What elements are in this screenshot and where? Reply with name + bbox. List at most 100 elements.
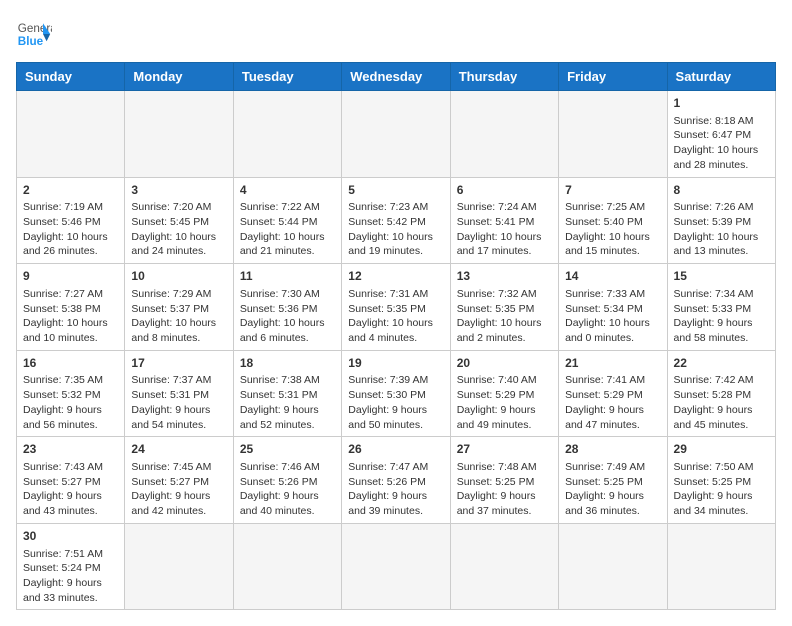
calendar-cell: 6Sunrise: 7:24 AM Sunset: 5:41 PM Daylig… [450,177,558,264]
day-number: 2 [23,182,118,199]
day-number: 3 [131,182,226,199]
calendar-cell: 29 Sunrise: 7:50 AM Sunset: 5:25 PM Dayli… [667,437,775,524]
calendar-cell: 30 Sunrise: 7:51 AM Sunset: 5:24 PM Dayli… [17,523,125,610]
day-info: Sunrise: 7:30 AM Sunset: 5:36 PM Dayligh… [240,287,335,346]
calendar-cell [233,523,341,610]
day-number: 5 [348,182,443,199]
calendar-cell: 14Sunrise: 7:33 AM Sunset: 5:34 PM Dayli… [559,264,667,351]
day-number: 15 [674,268,769,285]
calendar-cell [667,523,775,610]
day-number: 18 [240,355,335,372]
day-number: 16 [23,355,118,372]
calendar-header-row: SundayMondayTuesdayWednesdayThursdayFrid… [17,63,776,91]
day-number: 28 [565,441,660,458]
calendar-cell [125,523,233,610]
calendar-cell: 20Sunrise: 7:40 AM Sunset: 5:29 PM Dayli… [450,350,558,437]
day-info: Sunrise: 7:45 AM Sunset: 5:27 PM Dayligh… [131,460,226,519]
calendar-cell: 4Sunrise: 7:22 AM Sunset: 5:44 PM Daylig… [233,177,341,264]
day-number: 26 [348,441,443,458]
day-info: Sunrise: 7:47 AM Sunset: 5:26 PM Dayligh… [348,460,443,519]
day-header-monday: Monday [125,63,233,91]
day-number: 17 [131,355,226,372]
day-header-sunday: Sunday [17,63,125,91]
logo-icon: General Blue [16,16,52,52]
calendar-week-row: 9 Sunrise: 7:27 AM Sunset: 5:38 PM Daylig… [17,264,776,351]
calendar-cell: 23 Sunrise: 7:43 AM Sunset: 5:27 PM Dayli… [17,437,125,524]
day-info: Sunrise: 7:49 AM Sunset: 5:25 PM Dayligh… [565,460,660,519]
day-number: 19 [348,355,443,372]
day-info: Sunrise: 7:27 AM Sunset: 5:38 PM Dayligh… [23,287,118,346]
calendar-cell: 8Sunrise: 7:26 AM Sunset: 5:39 PM Daylig… [667,177,775,264]
day-info: Sunrise: 7:37 AM Sunset: 5:31 PM Dayligh… [131,373,226,432]
day-number: 23 [23,441,118,458]
calendar-cell: 24 Sunrise: 7:45 AM Sunset: 5:27 PM Dayli… [125,437,233,524]
day-number: 1 [674,95,769,112]
calendar-cell: 18Sunrise: 7:38 AM Sunset: 5:31 PM Dayli… [233,350,341,437]
calendar-cell: 2Sunrise: 7:19 AM Sunset: 5:46 PM Daylig… [17,177,125,264]
day-number: 30 [23,528,118,545]
day-number: 7 [565,182,660,199]
calendar-cell: 25 Sunrise: 7:46 AM Sunset: 5:26 PM Dayli… [233,437,341,524]
day-info: Sunrise: 7:26 AM Sunset: 5:39 PM Dayligh… [674,200,769,259]
day-info: Sunrise: 7:35 AM Sunset: 5:32 PM Dayligh… [23,373,118,432]
calendar-week-row: 16Sunrise: 7:35 AM Sunset: 5:32 PM Dayli… [17,350,776,437]
page-header: General Blue [16,16,776,52]
calendar-cell [342,91,450,178]
day-info: Sunrise: 7:19 AM Sunset: 5:46 PM Dayligh… [23,200,118,259]
calendar-cell [17,91,125,178]
day-info: Sunrise: 7:29 AM Sunset: 5:37 PM Dayligh… [131,287,226,346]
logo: General Blue [16,16,52,52]
calendar-cell: 12 Sunrise: 7:31 AM Sunset: 5:35 PM Dayli… [342,264,450,351]
day-number: 21 [565,355,660,372]
calendar-cell: 5Sunrise: 7:23 AM Sunset: 5:42 PM Daylig… [342,177,450,264]
calendar-cell [233,91,341,178]
day-info: Sunrise: 7:34 AM Sunset: 5:33 PM Dayligh… [674,287,769,346]
day-info: Sunrise: 7:41 AM Sunset: 5:29 PM Dayligh… [565,373,660,432]
day-info: Sunrise: 7:31 AM Sunset: 5:35 PM Dayligh… [348,287,443,346]
calendar-cell [559,523,667,610]
day-info: Sunrise: 7:43 AM Sunset: 5:27 PM Dayligh… [23,460,118,519]
day-info: Sunrise: 7:42 AM Sunset: 5:28 PM Dayligh… [674,373,769,432]
day-number: 11 [240,268,335,285]
day-info: Sunrise: 7:50 AM Sunset: 5:25 PM Dayligh… [674,460,769,519]
calendar-cell: 15 Sunrise: 7:34 AM Sunset: 5:33 PM Dayli… [667,264,775,351]
calendar-cell [450,91,558,178]
day-info: Sunrise: 7:51 AM Sunset: 5:24 PM Dayligh… [23,547,118,606]
day-info: Sunrise: 7:39 AM Sunset: 5:30 PM Dayligh… [348,373,443,432]
calendar-week-row: 23 Sunrise: 7:43 AM Sunset: 5:27 PM Dayli… [17,437,776,524]
day-header-tuesday: Tuesday [233,63,341,91]
day-number: 4 [240,182,335,199]
day-number: 24 [131,441,226,458]
calendar-week-row: 2Sunrise: 7:19 AM Sunset: 5:46 PM Daylig… [17,177,776,264]
calendar-cell: 28 Sunrise: 7:49 AM Sunset: 5:25 PM Dayli… [559,437,667,524]
calendar-cell [559,91,667,178]
calendar-cell: 13Sunrise: 7:32 AM Sunset: 5:35 PM Dayli… [450,264,558,351]
calendar-cell [342,523,450,610]
calendar-week-row: 30 Sunrise: 7:51 AM Sunset: 5:24 PM Dayli… [17,523,776,610]
day-number: 25 [240,441,335,458]
day-info: Sunrise: 8:18 AM Sunset: 6:47 PM Dayligh… [674,114,769,173]
day-info: Sunrise: 7:32 AM Sunset: 5:35 PM Dayligh… [457,287,552,346]
calendar-cell: 19Sunrise: 7:39 AM Sunset: 5:30 PM Dayli… [342,350,450,437]
calendar-cell: 21Sunrise: 7:41 AM Sunset: 5:29 PM Dayli… [559,350,667,437]
calendar-cell [450,523,558,610]
day-number: 10 [131,268,226,285]
day-info: Sunrise: 7:24 AM Sunset: 5:41 PM Dayligh… [457,200,552,259]
calendar-cell: 11 Sunrise: 7:30 AM Sunset: 5:36 PM Dayli… [233,264,341,351]
calendar-cell: 16Sunrise: 7:35 AM Sunset: 5:32 PM Dayli… [17,350,125,437]
day-number: 14 [565,268,660,285]
day-number: 12 [348,268,443,285]
day-info: Sunrise: 7:40 AM Sunset: 5:29 PM Dayligh… [457,373,552,432]
day-header-wednesday: Wednesday [342,63,450,91]
day-number: 20 [457,355,552,372]
day-number: 29 [674,441,769,458]
day-info: Sunrise: 7:22 AM Sunset: 5:44 PM Dayligh… [240,200,335,259]
day-number: 9 [23,268,118,285]
calendar-cell: 22Sunrise: 7:42 AM Sunset: 5:28 PM Dayli… [667,350,775,437]
svg-text:Blue: Blue [18,35,44,48]
calendar-table: SundayMondayTuesdayWednesdayThursdayFrid… [16,62,776,610]
day-info: Sunrise: 7:23 AM Sunset: 5:42 PM Dayligh… [348,200,443,259]
day-number: 8 [674,182,769,199]
day-header-saturday: Saturday [667,63,775,91]
day-info: Sunrise: 7:46 AM Sunset: 5:26 PM Dayligh… [240,460,335,519]
